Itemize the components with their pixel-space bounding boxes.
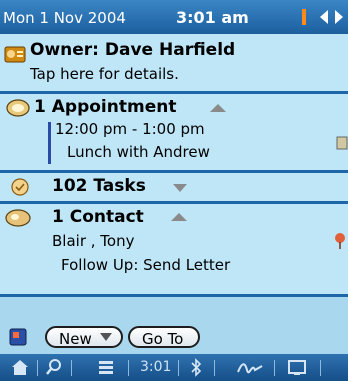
display-icon[interactable] — [286, 358, 308, 377]
pin-icon[interactable] — [333, 232, 347, 250]
search-icon[interactable] — [44, 358, 64, 377]
contacts-section: 1 Contact Blair , Tony Follow Up: Send L… — [0, 204, 348, 294]
divider — [128, 360, 129, 376]
header-time[interactable]: 3:01 am — [176, 8, 249, 27]
menu-icon[interactable] — [96, 358, 116, 377]
app-icon[interactable] — [9, 328, 27, 346]
next-day-icon[interactable] — [334, 7, 344, 27]
appointment-time[interactable]: 12:00 pm - 1:00 pm — [55, 120, 205, 138]
divider — [178, 360, 179, 376]
appointment-title[interactable]: 1 Appointment — [34, 97, 176, 117]
divider — [214, 360, 215, 376]
dropdown-arrow-icon — [100, 333, 112, 341]
new-button-label: New — [59, 330, 92, 348]
command-bar: New Go To — [0, 322, 348, 352]
status-time[interactable]: 3:01 — [140, 359, 171, 375]
flag-icon[interactable] — [301, 7, 307, 27]
owner-card-icon — [4, 46, 26, 63]
appointment-description[interactable]: Lunch with Andrew — [67, 143, 210, 161]
status-bar: 3:01 — [0, 354, 348, 381]
collapse-arrow-icon[interactable] — [209, 103, 227, 113]
palm-today-screen: Mon 1 Nov 2004 3:01 am Owner: Dave Harfi… — [0, 0, 348, 381]
owner-section[interactable]: Owner: Dave Harfield Tap here for detail… — [0, 34, 348, 91]
divider — [37, 360, 38, 376]
divider — [274, 360, 275, 376]
contact-card-icon — [5, 209, 31, 227]
new-button[interactable]: New — [45, 326, 123, 348]
divider — [71, 360, 72, 376]
header-bar: Mon 1 Nov 2004 3:01 am — [0, 0, 348, 34]
goto-button[interactable]: Go To — [128, 326, 200, 348]
divider — [320, 360, 321, 376]
handwriting-icon[interactable] — [236, 358, 264, 377]
owner-subtitle[interactable]: Tap here for details. — [30, 65, 179, 83]
tasks-icon — [11, 178, 29, 196]
appointment-duration-bar — [48, 122, 51, 164]
contacts-title[interactable]: 1 Contact — [52, 207, 144, 227]
note-icon[interactable] — [336, 136, 348, 150]
tasks-section: 102 Tasks — [0, 173, 348, 201]
previous-day-icon[interactable] — [319, 7, 329, 27]
calendar-clock-icon — [6, 99, 30, 117]
goto-button-label: Go To — [142, 330, 184, 348]
header-date[interactable]: Mon 1 Nov 2004 — [3, 9, 126, 27]
appointment-section: 1 Appointment 12:00 pm - 1:00 pm Lunch w… — [0, 94, 348, 170]
owner-title: Owner: Dave Harfield — [30, 40, 236, 60]
expand-arrow-icon[interactable] — [172, 183, 188, 193]
contact-followup[interactable]: Follow Up: Send Letter — [61, 256, 230, 274]
bluetooth-icon[interactable] — [188, 358, 204, 377]
collapse-arrow-icon[interactable] — [170, 212, 188, 222]
home-icon[interactable] — [10, 358, 30, 377]
tasks-title[interactable]: 102 Tasks — [52, 176, 146, 196]
contact-name[interactable]: Blair , Tony — [52, 232, 134, 250]
